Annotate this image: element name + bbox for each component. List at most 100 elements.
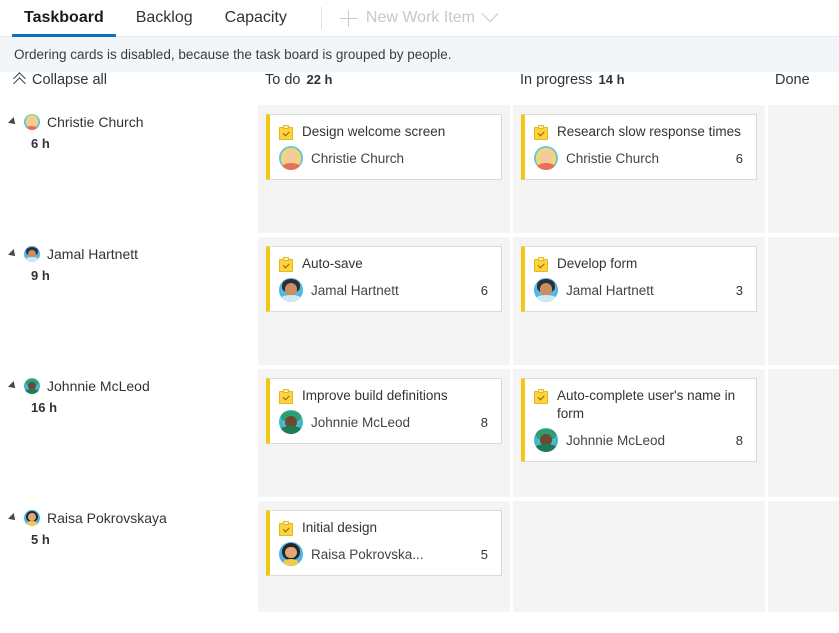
swimlane-header-jamal[interactable]: Jamal Hartnett 9 h <box>0 237 258 365</box>
column-header-todo-hours: 22 h <box>306 72 333 87</box>
person-hours: 5 h <box>31 532 50 547</box>
task-title: Design welcome screen <box>302 124 446 139</box>
person-row[interactable]: Christie Church <box>8 114 258 130</box>
task-card[interactable]: Auto-complete user's name in form Johnni… <box>521 378 757 462</box>
task-icon <box>279 389 293 404</box>
person-name: Johnnie McLeod <box>47 378 150 394</box>
collapse-all-label: Collapse all <box>32 72 107 88</box>
task-hours: 5 <box>480 546 488 562</box>
task-assignee: Jamal Hartnett <box>534 278 654 302</box>
toolbar-divider <box>320 7 322 29</box>
swimlane-header-johnnie[interactable]: Johnnie McLeod 16 h <box>0 369 258 497</box>
task-assignee-name: Jamal Hartnett <box>566 282 654 298</box>
task-card[interactable]: Design welcome screen Christie Church <box>266 114 502 180</box>
task-assignee: Christie Church <box>534 146 659 170</box>
avatar <box>534 146 558 170</box>
tab-capacity-label: Capacity <box>224 9 287 26</box>
expander-triangle-icon[interactable] <box>8 381 18 391</box>
column-header-done-label: Done <box>775 72 810 88</box>
task-title: Initial design <box>302 520 378 535</box>
person-hours: 9 h <box>31 268 50 283</box>
column-header-in-progress-hours: 14 h <box>598 72 625 87</box>
person-name: Raisa Pokrovskaya <box>47 510 167 526</box>
cell-in-progress[interactable]: Auto-complete user's name in form Johnni… <box>513 369 768 497</box>
task-icon <box>279 125 293 140</box>
tab-bar: Taskboard Backlog Capacity New Work Item <box>0 0 839 37</box>
person-hours: 6 h <box>31 136 50 151</box>
new-work-item-label: New Work Item <box>365 9 475 26</box>
task-icon <box>534 257 548 272</box>
cell-todo[interactable]: Design welcome screen Christie Church <box>258 105 513 233</box>
taskboard: Collapse all To do 22 h In progress 14 h… <box>0 72 839 633</box>
task-title: Auto-complete user's name in form <box>557 388 736 421</box>
task-hours: 8 <box>735 432 743 448</box>
column-header-in-progress-label: In progress <box>520 72 593 88</box>
column-header-todo-label: To do <box>265 72 301 88</box>
avatar <box>279 278 303 302</box>
task-assignee-name: Jamal Hartnett <box>311 282 399 298</box>
expander-triangle-icon[interactable] <box>8 249 18 259</box>
column-header-in-progress[interactable]: In progress 14 h <box>513 72 768 105</box>
plus-icon <box>339 9 357 27</box>
task-card[interactable]: Develop form Jamal Hartnett 3 <box>521 246 757 312</box>
avatar <box>534 278 558 302</box>
new-work-item-button[interactable]: New Work Item <box>334 5 502 27</box>
cell-done[interactable] <box>768 501 839 612</box>
avatar <box>279 410 303 434</box>
column-header-todo[interactable]: To do 22 h <box>258 72 513 105</box>
task-card[interactable]: Initial design Raisa Pokrovska... 5 <box>266 510 502 576</box>
tab-taskboard[interactable]: Taskboard <box>8 0 120 37</box>
cell-todo[interactable]: Auto-save Jamal Hartnett 6 <box>258 237 513 365</box>
task-icon <box>279 521 293 536</box>
cell-in-progress[interactable] <box>513 501 768 612</box>
task-assignee: Jamal Hartnett <box>279 278 399 302</box>
person-hours: 16 h <box>31 400 58 415</box>
chevron-down-icon <box>481 5 499 23</box>
avatar <box>24 510 40 526</box>
collapse-all-button[interactable]: Collapse all <box>0 72 258 90</box>
avatar <box>279 146 303 170</box>
task-hours: 8 <box>480 414 488 430</box>
task-hours: 6 <box>735 150 743 166</box>
expander-triangle-icon[interactable] <box>8 513 18 523</box>
person-row[interactable]: Jamal Hartnett <box>8 246 258 262</box>
task-assignee: Christie Church <box>279 146 404 170</box>
cell-done[interactable] <box>768 237 839 365</box>
avatar <box>24 114 40 130</box>
column-header-done[interactable]: Done <box>768 72 839 105</box>
task-card[interactable]: Research slow response times Christie Ch… <box>521 114 757 180</box>
task-assignee-name: Christie Church <box>566 150 660 166</box>
task-hours: 3 <box>735 282 743 298</box>
person-name: Christie Church <box>47 114 144 130</box>
avatar <box>279 542 303 566</box>
person-row[interactable]: Johnnie McLeod <box>8 378 258 394</box>
taskboard-app: Taskboard Backlog Capacity New Work Item… <box>0 0 839 633</box>
task-title: Research slow response times <box>557 124 741 139</box>
person-name: Jamal Hartnett <box>47 246 139 262</box>
swimlane-row: Raisa Pokrovskaya 5 h Initial design Rai… <box>0 501 839 612</box>
chevron-up-double-icon <box>13 72 26 90</box>
avatar <box>24 378 40 394</box>
tab-backlog[interactable]: Backlog <box>120 0 209 37</box>
swimlanes: Christie Church 6 h Design welcome scree… <box>0 105 839 612</box>
cell-done[interactable] <box>768 369 839 497</box>
task-assignee: Raisa Pokrovska... <box>279 542 424 566</box>
cell-in-progress[interactable]: Develop form Jamal Hartnett 3 <box>513 237 768 365</box>
task-icon <box>534 125 548 140</box>
person-row[interactable]: Raisa Pokrovskaya <box>8 510 258 526</box>
cell-in-progress[interactable]: Research slow response times Christie Ch… <box>513 105 768 233</box>
task-card[interactable]: Improve build definitions Johnnie McLeod… <box>266 378 502 444</box>
swimlane-header-christie[interactable]: Christie Church 6 h <box>0 105 258 233</box>
avatar <box>24 246 40 262</box>
cell-todo[interactable]: Initial design Raisa Pokrovska... 5 <box>258 501 513 612</box>
swimlane-row: Christie Church 6 h Design welcome scree… <box>0 105 839 233</box>
task-card[interactable]: Auto-save Jamal Hartnett 6 <box>266 246 502 312</box>
task-hours: 6 <box>480 282 488 298</box>
cell-done[interactable] <box>768 105 839 233</box>
tab-capacity[interactable]: Capacity <box>209 0 303 37</box>
swimlane-header-raisa[interactable]: Raisa Pokrovskaya 5 h <box>0 501 258 612</box>
column-header-row: Collapse all To do 22 h In progress 14 h… <box>0 72 839 105</box>
expander-triangle-icon[interactable] <box>8 117 18 127</box>
cell-todo[interactable]: Improve build definitions Johnnie McLeod… <box>258 369 513 497</box>
task-assignee-name: Christie Church <box>311 150 405 166</box>
